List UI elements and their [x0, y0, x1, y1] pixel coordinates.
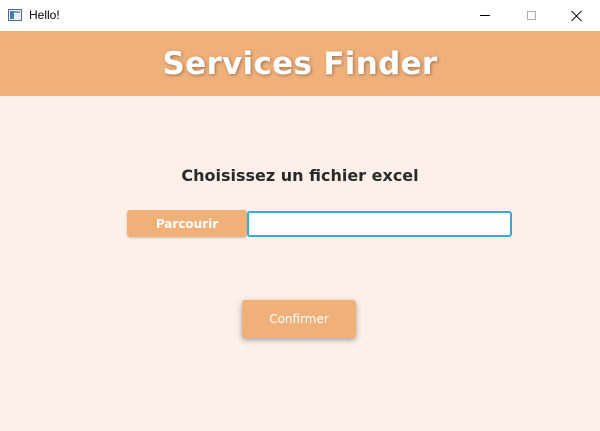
app-header: Services Finder	[0, 31, 600, 96]
minimize-button[interactable]	[462, 0, 508, 31]
window-title: Hello!	[29, 8, 60, 22]
close-button[interactable]	[554, 0, 600, 31]
close-icon	[571, 10, 583, 22]
minimize-icon	[480, 15, 490, 16]
maximize-icon	[526, 11, 536, 20]
app-window-icon	[8, 9, 22, 21]
maximize-button[interactable]	[508, 0, 554, 31]
file-path-input[interactable]	[247, 211, 512, 237]
confirm-button[interactable]: Confirmer	[242, 300, 356, 338]
window-titlebar[interactable]: Hello!	[0, 0, 600, 31]
page-title: Services Finder	[162, 45, 438, 82]
browse-button[interactable]: Parcourir	[127, 210, 247, 237]
main-content: Choisissez un fichier excel Parcourir Co…	[0, 96, 600, 431]
file-prompt-label: Choisissez un fichier excel	[181, 166, 419, 185]
